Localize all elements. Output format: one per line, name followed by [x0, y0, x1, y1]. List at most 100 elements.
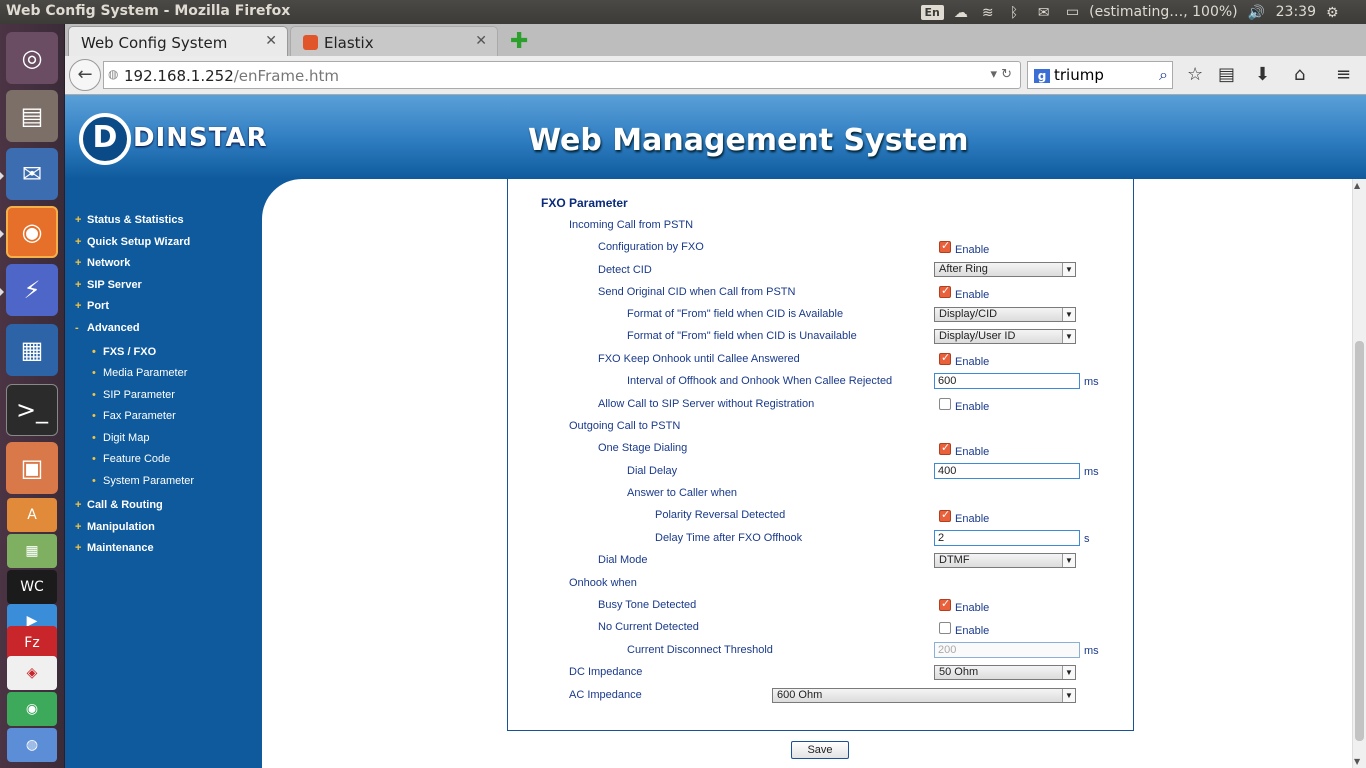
one-stage-checkbox[interactable]: [939, 441, 952, 456]
back-arrow-icon[interactable]: ←: [69, 59, 101, 91]
outgoing-heading: Outgoing Call to PSTN: [569, 420, 681, 432]
network-app-icon[interactable]: ⚡: [6, 264, 58, 316]
allow-call-checkbox[interactable]: [939, 398, 952, 411]
download-icon[interactable]: ⬇: [1255, 64, 1270, 85]
dc-impedance-label: DC Impedance: [569, 666, 643, 678]
volume-icon[interactable]: 🔊: [1248, 5, 1266, 21]
from-available-select[interactable]: Display/CID ▼: [934, 307, 1076, 322]
keep-onhook-checkbox[interactable]: [939, 351, 952, 366]
sidebar-item-status-statistics[interactable]: + Status & Statistics: [75, 214, 184, 226]
google-engine-icon[interactable]: g: [1034, 69, 1050, 83]
delay-offhook-input[interactable]: 2: [934, 530, 1080, 546]
url-host: 192.168.1.252: [124, 67, 234, 85]
interval-input[interactable]: 600: [934, 373, 1080, 389]
sidebar-item-manipulation[interactable]: + Manipulation: [75, 521, 155, 533]
new-tab-plus-icon[interactable]: ✚: [510, 29, 528, 54]
browser-chrome: Web Config System ✕ Elastix ✕ ✚ ← ◍ 192.…: [65, 24, 1366, 95]
enable-label: Enable: [955, 289, 990, 301]
sidebar-subitem-fxs-fxo[interactable]: • FXS / FXO: [92, 346, 156, 358]
dial-delay-label: Dial Delay: [627, 465, 678, 477]
window-title: Web Config System - Mozilla Firefox: [6, 3, 291, 19]
sidebar-subitem-digit-map[interactable]: • Digit Map: [92, 432, 149, 444]
sidebar-item-quick-setup[interactable]: + Quick Setup Wizard: [75, 236, 190, 248]
battery-icon[interactable]: ▭: [1066, 4, 1079, 20]
page-title: Web Management System: [528, 123, 969, 158]
wifi-icon[interactable]: ≋: [982, 5, 1000, 21]
from-unavailable-select[interactable]: Display/User ID ▼: [934, 329, 1076, 344]
sidebar-item-maintenance[interactable]: + Maintenance: [75, 542, 154, 554]
current-threshold-input[interactable]: 200: [934, 642, 1080, 658]
detect-cid-select[interactable]: After Ring ▼: [934, 262, 1076, 277]
section-title: FXO Parameter: [541, 196, 628, 210]
page-scrollbar[interactable]: ▲ ▼: [1352, 179, 1366, 768]
dial-mode-select[interactable]: DTMF ▼: [934, 553, 1076, 568]
save-button[interactable]: Save: [791, 741, 849, 759]
sidebar-subitem-sip-parameter[interactable]: • SIP Parameter: [92, 389, 175, 401]
scroll-down-icon[interactable]: ▼: [1354, 757, 1360, 766]
ac-impedance-select[interactable]: 600 Ohm ▼: [772, 688, 1076, 703]
url-path: /enFrame.htm: [233, 67, 340, 85]
dial-mode-label: Dial Mode: [598, 554, 648, 566]
scrollbar-thumb[interactable]: [1355, 341, 1364, 741]
filezilla-app-icon[interactable]: Fz: [7, 626, 57, 660]
send-cid-checkbox[interactable]: [939, 284, 952, 299]
url-bar[interactable]: ◍ 192.168.1.252/enFrame.htm ▾ ↻: [103, 61, 1021, 89]
bookmark-star-icon[interactable]: ☆: [1187, 64, 1203, 85]
tab-elastix[interactable]: Elastix ✕: [290, 26, 498, 56]
mail-icon[interactable]: ✉: [1038, 5, 1056, 21]
keyboard-language-indicator[interactable]: En: [920, 4, 944, 20]
web-page: D DINSTAR Web Management System + Status …: [65, 95, 1366, 768]
no-current-checkbox[interactable]: [939, 622, 952, 635]
app-icon-blue[interactable]: ◍: [7, 728, 57, 762]
sidebar-item-network[interactable]: + Network: [75, 257, 130, 269]
sidebar-subitem-feature-code[interactable]: • Feature Code: [92, 453, 170, 465]
dial-delay-input[interactable]: 400: [934, 463, 1080, 479]
ubuntu-dash-icon[interactable]: ◎: [6, 32, 58, 84]
polarity-checkbox[interactable]: [939, 508, 952, 523]
gear-icon[interactable]: ⚙: [1326, 5, 1344, 21]
clock[interactable]: 23:39: [1276, 4, 1316, 20]
impress-app-icon[interactable]: ▣: [6, 442, 58, 494]
dc-impedance-select[interactable]: 50 Ohm ▼: [934, 665, 1076, 680]
calc-app-icon[interactable]: ▦: [7, 534, 57, 568]
enable-label: Enable: [955, 356, 990, 368]
battery-status[interactable]: (estimating…, 100%): [1089, 4, 1238, 20]
tab-web-config[interactable]: Web Config System ✕: [68, 26, 288, 56]
software-center-icon[interactable]: A: [7, 498, 57, 532]
scroll-up-icon[interactable]: ▲: [1354, 181, 1360, 190]
sidebar-item-port[interactable]: + Port: [75, 300, 109, 312]
firefox-app-icon[interactable]: ◉: [6, 206, 58, 258]
search-box[interactable]: g triump ⌕: [1027, 61, 1173, 89]
app-icon[interactable]: ◈: [7, 656, 57, 690]
menu-icon[interactable]: ≡: [1336, 64, 1351, 85]
bluetooth-icon[interactable]: ᛒ: [1010, 5, 1028, 21]
sidebar-subitem-media-parameter[interactable]: • Media Parameter: [92, 367, 187, 379]
search-icon[interactable]: ⌕: [1159, 65, 1168, 85]
config-by-fxo-checkbox[interactable]: [939, 239, 952, 254]
sidebar-item-sip-server[interactable]: + SIP Server: [75, 279, 142, 291]
reload-icon[interactable]: ▾ ↻: [990, 67, 1012, 82]
writer-app-icon[interactable]: ▦: [6, 324, 58, 376]
delay-offhook-label: Delay Time after FXO Offhook: [655, 532, 803, 544]
close-icon[interactable]: ✕: [265, 33, 277, 49]
sidebar-subitem-fax-parameter[interactable]: • Fax Parameter: [92, 410, 176, 422]
website-copier-icon[interactable]: WC: [7, 570, 57, 604]
cloud-icon[interactable]: ☁: [954, 5, 972, 21]
from-available-label: Format of "From" field when CID is Avail…: [627, 308, 844, 320]
tab-label: Web Config System: [81, 34, 228, 52]
chevron-down-icon: ▼: [1062, 554, 1075, 567]
files-app-icon[interactable]: ▤: [6, 90, 58, 142]
sidebar-item-call-routing[interactable]: + Call & Routing: [75, 499, 163, 511]
app-icon-green[interactable]: ◉: [7, 692, 57, 726]
sidebar-item-advanced[interactable]: - Advanced: [75, 322, 140, 334]
terminal-app-icon[interactable]: >_: [6, 384, 58, 436]
enable-label: Enable: [955, 401, 990, 413]
thunderbird-app-icon[interactable]: ✉: [6, 148, 58, 200]
reading-list-icon[interactable]: ▤: [1218, 64, 1235, 85]
elastix-favicon-icon: [303, 35, 318, 50]
home-icon[interactable]: ⌂: [1294, 64, 1305, 85]
running-indicator: [0, 288, 4, 296]
close-icon[interactable]: ✕: [475, 33, 487, 49]
busy-tone-checkbox[interactable]: [939, 597, 952, 612]
sidebar-subitem-system-parameter[interactable]: • System Parameter: [92, 475, 194, 487]
